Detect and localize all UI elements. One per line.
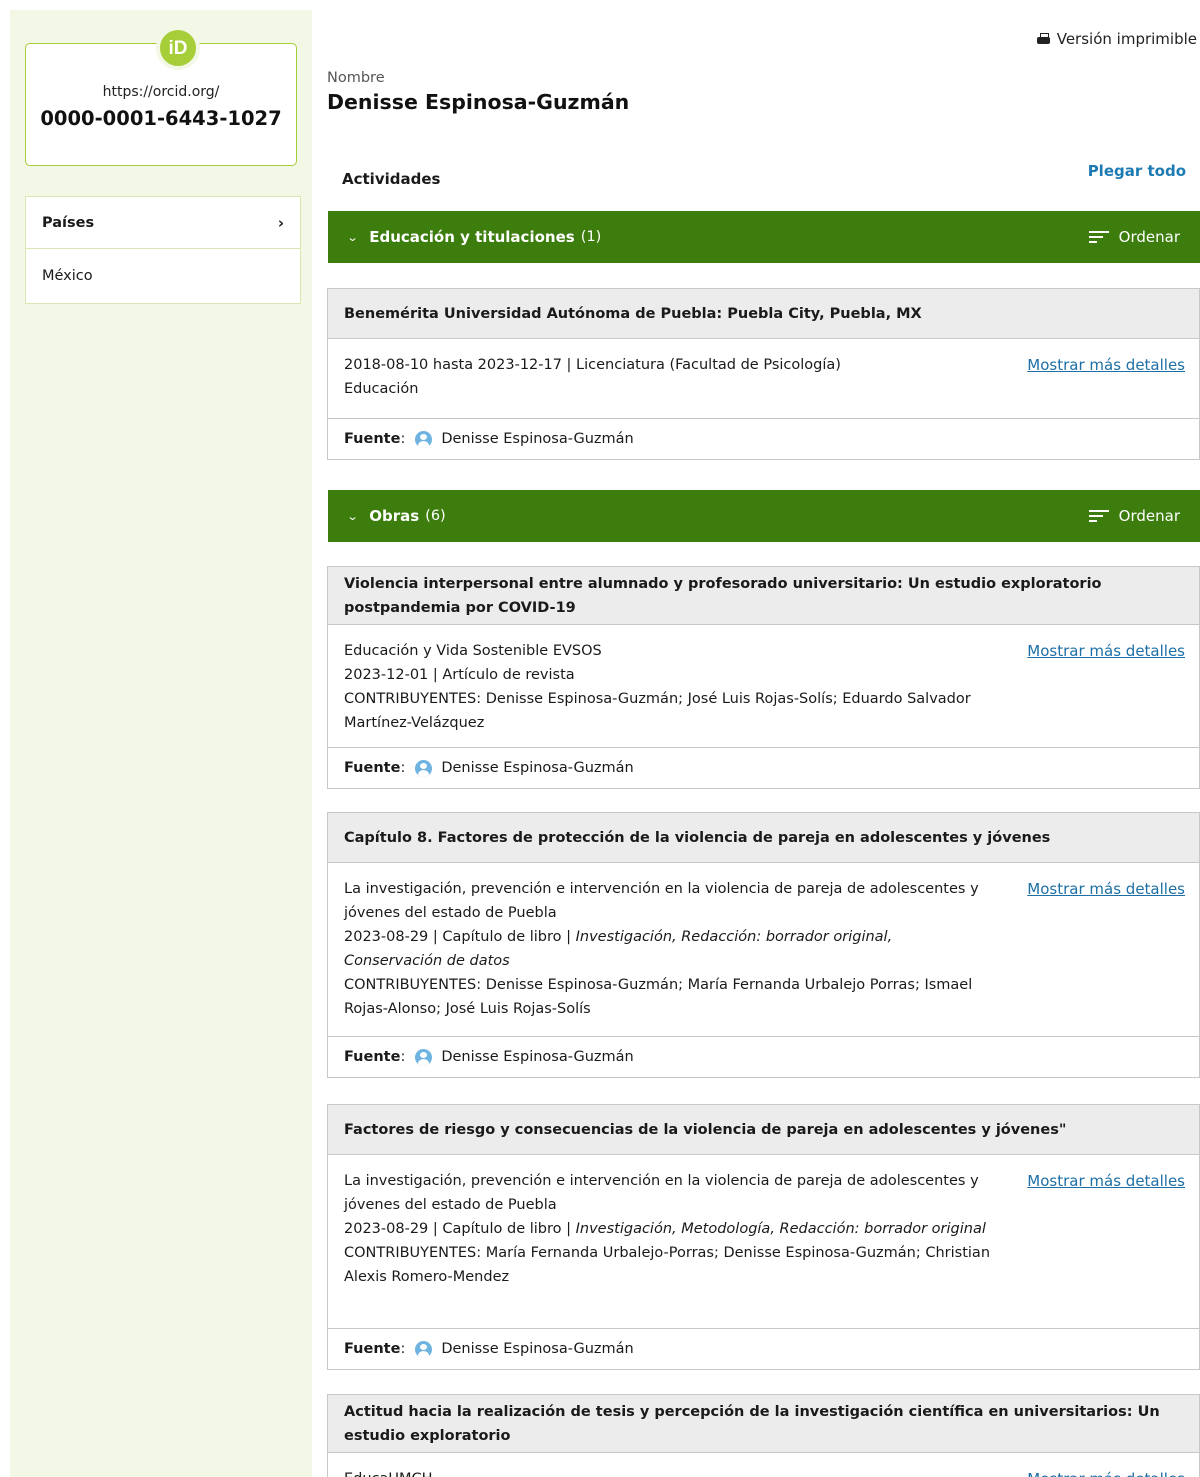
- sort-label: Ordenar: [1118, 507, 1180, 525]
- work-contributors: CONTRIBUYENTES: Denisse Espinosa-Guzmán;…: [344, 691, 971, 731]
- work-card: Actitud hacia la realización de tesis y …: [327, 1394, 1200, 1477]
- section-count: (6): [425, 508, 446, 524]
- card-source: Fuente: Denisse Espinosa-Guzmán: [344, 430, 634, 448]
- work-meta: 2023-08-29 | Capítulo de libro |: [344, 1221, 576, 1237]
- work-meta: 2023-12-01 | Artículo de revista: [344, 667, 575, 683]
- work-meta: 2023-08-29 | Capítulo de libro |: [344, 929, 576, 945]
- work-journal: La investigación, prevención e intervenc…: [344, 881, 979, 921]
- card-body: La investigación, prevención e intervenc…: [328, 1155, 1199, 1329]
- orcid-url: https://orcid.org/: [102, 84, 220, 100]
- sort-button[interactable]: Ordenar: [1088, 228, 1180, 246]
- work-journal: La investigación, prevención e intervenc…: [344, 1173, 979, 1213]
- work-roles: Investigación, Metodología, Redacción: b…: [575, 1221, 986, 1237]
- education-card: Benemérita Universidad Autónoma de Puebl…: [327, 288, 1200, 460]
- source-label: Fuente: [344, 1049, 401, 1065]
- country-item: México: [42, 268, 93, 284]
- sort-button[interactable]: Ordenar: [1088, 507, 1180, 525]
- source-name: Denisse Espinosa-Guzmán: [441, 1049, 634, 1065]
- card-title: Factores de riesgo y consecuencias de la…: [328, 1105, 1199, 1155]
- card-title: Benemérita Universidad Autónoma de Puebl…: [328, 289, 1199, 339]
- show-more-details-link[interactable]: Mostrar más detalles: [1027, 1467, 1185, 1477]
- work-meta-line: 2023-08-29 | Capítulo de libro | Investi…: [344, 925, 994, 973]
- section-title: Educación y titulaciones: [369, 228, 575, 246]
- work-contributors: CONTRIBUYENTES: María Fernanda Urbalejo-…: [344, 1245, 991, 1285]
- section-title: Obras: [369, 507, 420, 525]
- orcid-id-card: iD https://orcid.org/ 0000-0001-6443-102…: [25, 26, 297, 166]
- card-body: La investigación, prevención e intervenc…: [328, 863, 1199, 1037]
- orcid-number: 0000-0001-6443-1027: [40, 107, 282, 130]
- card-source: Fuente: Denisse Espinosa-Guzmán: [344, 1340, 634, 1358]
- sort-icon: [1088, 509, 1109, 523]
- section-count: (1): [580, 229, 602, 245]
- name-label: Nombre: [327, 70, 385, 86]
- user-icon: [415, 430, 433, 448]
- chevron-down-icon: ⌄: [346, 509, 359, 523]
- source-label: Fuente: [344, 1341, 401, 1357]
- countries-panel: Países › México: [25, 196, 301, 304]
- countries-heading: Países: [42, 214, 95, 231]
- education-section-header[interactable]: ⌄ Educación y titulaciones (1) Ordenar: [328, 211, 1200, 263]
- user-icon: [415, 1048, 433, 1066]
- work-meta-line: 2023-08-29 | Capítulo de libro | Investi…: [344, 1217, 994, 1241]
- show-more-details-link[interactable]: Mostrar más detalles: [1027, 877, 1185, 901]
- orcid-logo-icon: iD: [156, 26, 200, 70]
- printable-version-label: Versión imprimible: [1056, 30, 1197, 48]
- card-source: Fuente: Denisse Espinosa-Guzmán: [344, 759, 634, 777]
- source-name: Denisse Espinosa-Guzmán: [441, 760, 634, 776]
- work-contributors: CONTRIBUYENTES: Denisse Espinosa-Guzmán;…: [344, 977, 973, 1017]
- education-type: Educación: [344, 381, 419, 397]
- printable-version-link[interactable]: Versión imprimible: [1036, 30, 1197, 48]
- sidebar: iD https://orcid.org/ 0000-0001-6443-102…: [10, 10, 312, 1477]
- card-body: 2018-08-10 hasta 2023-12-17 | Licenciatu…: [328, 339, 1199, 419]
- countries-header[interactable]: Países ›: [26, 197, 300, 249]
- card-body: EducaUMCH Mostrar más detalles: [328, 1453, 1199, 1477]
- source-name: Denisse Espinosa-Guzmán: [441, 431, 634, 447]
- printer-icon: [1036, 33, 1050, 45]
- show-more-details-link[interactable]: Mostrar más detalles: [1027, 353, 1185, 377]
- work-journal: EducaUMCH: [344, 1467, 994, 1477]
- source-label: Fuente: [344, 760, 401, 776]
- card-source: Fuente: Denisse Espinosa-Guzmán: [344, 1048, 634, 1066]
- work-card: Factores de riesgo y consecuencias de la…: [327, 1104, 1200, 1370]
- works-section-header[interactable]: ⌄ Obras (6) Ordenar: [328, 490, 1200, 542]
- fold-all-button[interactable]: Plegar todo: [1088, 162, 1186, 180]
- user-icon: [415, 1340, 433, 1358]
- card-title: Capítulo 8. Factores de protección de la…: [328, 813, 1199, 863]
- card-body: Educación y Vida Sostenible EVSOS 2023-1…: [328, 625, 1199, 748]
- source-name: Denisse Espinosa-Guzmán: [441, 1341, 634, 1357]
- card-title: Violencia interpersonal entre alumnado y…: [328, 567, 1199, 625]
- chevron-down-icon: ⌄: [346, 230, 359, 244]
- show-more-details-link[interactable]: Mostrar más detalles: [1027, 1169, 1185, 1193]
- activities-heading: Actividades: [342, 170, 441, 188]
- person-name: Denisse Espinosa-Guzmán: [327, 90, 630, 114]
- show-more-details-link[interactable]: Mostrar más detalles: [1027, 639, 1185, 663]
- work-card: Capítulo 8. Factores de protección de la…: [327, 812, 1200, 1078]
- sort-icon: [1088, 230, 1109, 244]
- sort-label: Ordenar: [1118, 228, 1180, 246]
- source-label: Fuente: [344, 431, 401, 447]
- user-icon: [415, 759, 433, 777]
- card-title: Actitud hacia la realización de tesis y …: [328, 1395, 1199, 1453]
- work-card: Violencia interpersonal entre alumnado y…: [327, 566, 1200, 789]
- education-dates: 2018-08-10 hasta 2023-12-17 | Licenciatu…: [344, 357, 841, 373]
- work-journal: Educación y Vida Sostenible EVSOS: [344, 643, 602, 659]
- chevron-right-icon: ›: [277, 213, 284, 232]
